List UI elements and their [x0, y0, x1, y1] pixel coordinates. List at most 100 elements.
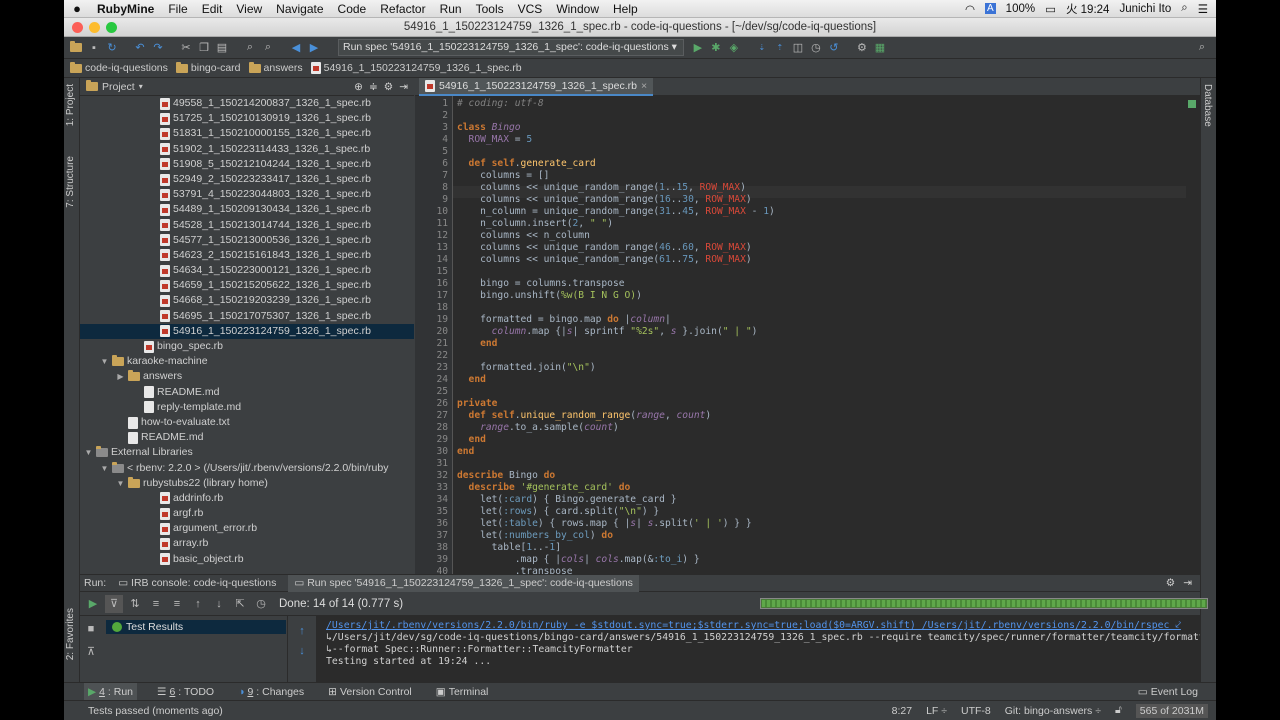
- line-number[interactable]: 27: [436, 410, 448, 422]
- menu-help[interactable]: Help: [606, 2, 645, 16]
- vcs-commit-icon[interactable]: ⇡: [772, 40, 788, 56]
- tree-file[interactable]: array.rb: [80, 536, 414, 551]
- chevron-down-icon[interactable]: ▼: [116, 476, 125, 491]
- menu-vcs[interactable]: VCS: [511, 2, 550, 16]
- memory-indicator[interactable]: 565 of 2031M: [1135, 703, 1208, 718]
- menu-edit[interactable]: Edit: [195, 2, 230, 16]
- line-number[interactable]: 23: [436, 362, 448, 374]
- replace-icon[interactable]: ⌕: [260, 40, 276, 56]
- tree-file[interactable]: 54916_1_150223124759_1326_1_spec.rb: [80, 323, 414, 339]
- tab-irb-console[interactable]: ▭ IRB console: code-iq-questions: [112, 575, 282, 592]
- tree-file[interactable]: 54528_1_150213014744_1326_1_spec.rb: [80, 218, 414, 233]
- save-all-icon[interactable]: ▪: [86, 40, 102, 56]
- tree-file[interactable]: argf.rb: [80, 506, 414, 521]
- project-structure-icon[interactable]: ▦: [872, 40, 888, 56]
- tree-file[interactable]: 54668_1_150219203239_1326_1_spec.rb: [80, 293, 414, 308]
- coverage-icon[interactable]: ◈: [726, 40, 742, 56]
- inspection-ok-icon[interactable]: [1188, 100, 1196, 108]
- input-source-icon[interactable]: A: [985, 3, 996, 14]
- line-number[interactable]: 15: [436, 266, 448, 278]
- history-icon[interactable]: ◷: [252, 595, 270, 613]
- gear-icon[interactable]: ⚙: [1166, 577, 1175, 589]
- line-number[interactable]: 17: [436, 290, 448, 302]
- line-number[interactable]: 11: [436, 218, 448, 230]
- line-number[interactable]: 33: [436, 482, 448, 494]
- tree-file[interactable]: 54695_1_150217075307_1326_1_spec.rb: [80, 309, 414, 324]
- line-number[interactable]: 34: [436, 494, 448, 506]
- line-number[interactable]: 9: [442, 194, 448, 206]
- search-everywhere-icon[interactable]: ⌕: [1194, 40, 1210, 56]
- line-number[interactable]: 20: [436, 326, 448, 338]
- breadcrumb-file[interactable]: 54916_1_150223124759_1326_1_spec.rb: [310, 62, 530, 74]
- line-number[interactable]: 5: [442, 146, 448, 158]
- minimize-window-button[interactable]: [89, 22, 100, 33]
- scroll-down-icon[interactable]: ↓: [293, 642, 311, 660]
- line-number[interactable]: 37: [436, 530, 448, 542]
- line-number[interactable]: 38: [436, 542, 448, 554]
- vcs-diff-icon[interactable]: ◫: [790, 40, 806, 56]
- scroll-up-icon[interactable]: ↑: [293, 622, 311, 640]
- line-number[interactable]: 7: [442, 170, 448, 182]
- tree-file[interactable]: basic_object.rb: [80, 552, 414, 567]
- line-number[interactable]: 4: [442, 134, 448, 146]
- line-number[interactable]: 16: [436, 278, 448, 290]
- line-number[interactable]: 35: [436, 506, 448, 518]
- chevron-down-icon[interactable]: ▼: [84, 445, 93, 460]
- tab-version-control[interactable]: ⊞ Version Control: [324, 683, 416, 700]
- menu-code[interactable]: Code: [331, 2, 374, 16]
- tree-file[interactable]: 54659_1_150215205622_1326_1_spec.rb: [80, 278, 414, 293]
- export-icon[interactable]: ⇱: [231, 595, 249, 613]
- rerun-icon[interactable]: ▶: [84, 595, 102, 613]
- breadcrumb-answers[interactable]: answers: [248, 61, 311, 74]
- tree-file[interactable]: reply-template.md: [80, 400, 414, 415]
- find-icon[interactable]: ⌕: [242, 40, 258, 56]
- tab-run[interactable]: ▶ 4: Run: [84, 683, 138, 700]
- menu-window[interactable]: Window: [549, 2, 606, 16]
- tab-changes[interactable]: ◑ 9: Changes: [234, 683, 308, 700]
- debug-icon[interactable]: ✱: [708, 40, 724, 56]
- tab-todo[interactable]: ☰ 6: TODO: [153, 683, 218, 700]
- back-icon[interactable]: ◀: [288, 40, 304, 56]
- tab-event-log[interactable]: ▭ Event Log: [1134, 683, 1202, 700]
- tab-database[interactable]: Database: [1202, 84, 1213, 127]
- spotlight-icon[interactable]: ⌕: [1181, 2, 1187, 15]
- collapse-all-icon[interactable]: ≑: [369, 81, 378, 93]
- line-number[interactable]: 10: [436, 206, 448, 218]
- line-number[interactable]: 13: [436, 242, 448, 254]
- hide-panel-icon[interactable]: ⇥: [399, 81, 408, 93]
- tree-folder[interactable]: ▼ rubystubs22 (library home): [80, 476, 414, 491]
- gear-icon[interactable]: ⚙: [384, 81, 393, 93]
- editor-tab-active[interactable]: 54916_1_150223124759_1326_1_spec.rb ×: [419, 78, 654, 96]
- tab-terminal[interactable]: ▣ Terminal: [432, 683, 493, 700]
- copy-icon[interactable]: ❐: [196, 40, 212, 56]
- tree-file[interactable]: bingo_spec.rb: [80, 339, 414, 354]
- zoom-window-button[interactable]: [106, 22, 117, 33]
- tree-file[interactable]: 53791_4_150223044803_1326_1_spec.rb: [80, 187, 414, 202]
- tree-file[interactable]: 51831_1_150210000155_1326_1_spec.rb: [80, 126, 414, 141]
- paste-icon[interactable]: ▤: [214, 40, 230, 56]
- tree-file[interactable]: 54577_1_150213000536_1326_1_spec.rb: [80, 233, 414, 248]
- tab-structure[interactable]: 7: Structure: [65, 156, 76, 208]
- scroll-from-source-icon[interactable]: ⊕: [354, 81, 363, 93]
- tab-favorites[interactable]: 2: Favorites: [65, 608, 76, 660]
- undo-icon[interactable]: ↶: [132, 40, 148, 56]
- tree-folder[interactable]: ▼ External Libraries: [80, 445, 414, 460]
- vcs-revert-icon[interactable]: ↺: [826, 40, 842, 56]
- tab-run-spec[interactable]: ▭ Run spec '54916_1_150223124759_1326_1_…: [288, 574, 639, 592]
- line-number[interactable]: 3: [442, 122, 448, 134]
- menu-view[interactable]: View: [229, 2, 269, 16]
- tab-project[interactable]: 1: Project: [65, 84, 76, 126]
- tree-file[interactable]: README.md: [80, 385, 414, 400]
- open-folder-icon[interactable]: [68, 40, 84, 56]
- tree-file[interactable]: 51908_5_150212104244_1326_1_spec.rb: [80, 157, 414, 172]
- line-number[interactable]: 28: [436, 422, 448, 434]
- git-branch[interactable]: Git: bingo-answers ÷: [1005, 705, 1101, 717]
- forward-icon[interactable]: ▶: [306, 40, 322, 56]
- file-encoding[interactable]: UTF-8: [961, 705, 991, 717]
- collapse-all-icon[interactable]: ≡: [168, 595, 186, 613]
- chevron-down-icon[interactable]: ▼: [100, 354, 109, 369]
- tree-folder[interactable]: ▼ < rbenv: 2.2.0 > (/Users/jit/.rbenv/ver…: [80, 461, 414, 476]
- tree-folder[interactable]: ▼ karaoke-machine: [80, 354, 414, 369]
- line-number[interactable]: 12: [436, 230, 448, 242]
- tree-file[interactable]: README.md: [80, 430, 414, 445]
